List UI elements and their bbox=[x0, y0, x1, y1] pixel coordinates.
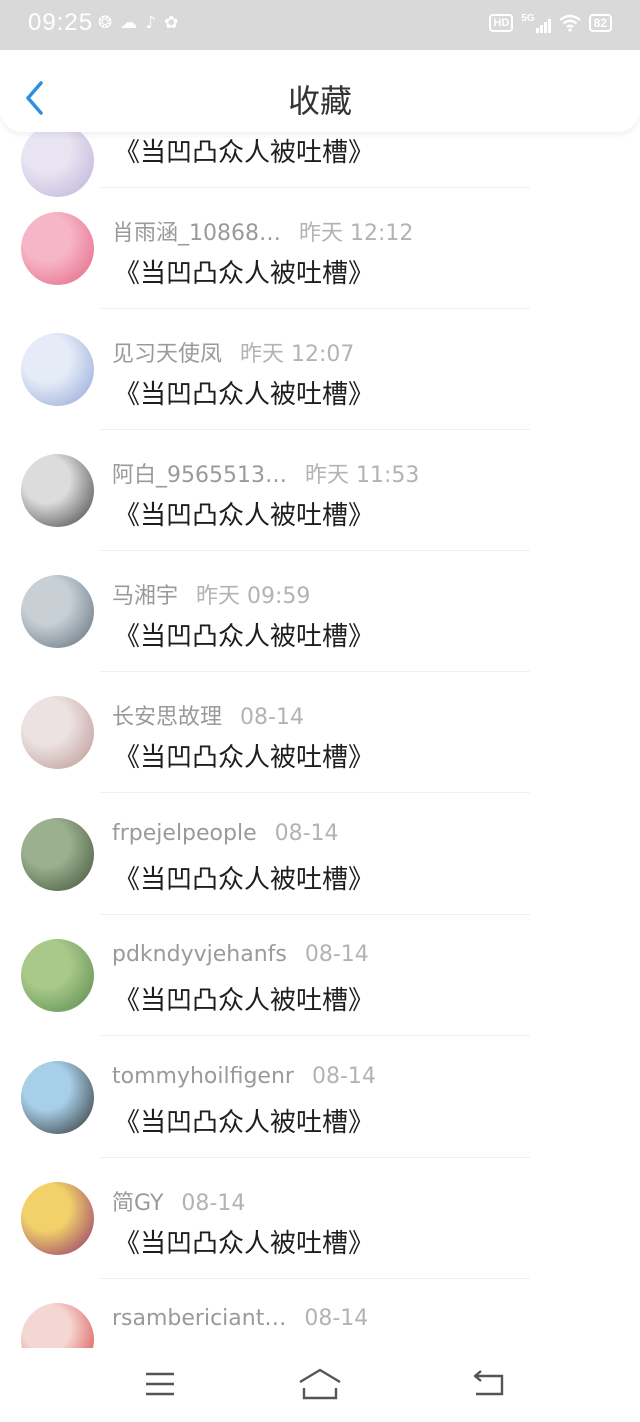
item-title[interactable]: 《当凹凸众人被吐槽》 bbox=[114, 253, 374, 290]
list-item[interactable]: 肖雨涵_10868… 昨天 12:12 《当凹凸众人被吐槽》 bbox=[0, 187, 640, 309]
avatar[interactable] bbox=[21, 454, 94, 527]
item-title[interactable]: 《当凹凸众人被吐槽》 bbox=[114, 616, 374, 653]
status-system-icons: HD 5G 82 bbox=[489, 13, 612, 33]
item-meta: 阿白_9565513… 昨天 11:53 bbox=[112, 457, 419, 489]
avatar[interactable] bbox=[21, 333, 94, 406]
notification-icon-1: ❂ bbox=[98, 13, 113, 33]
username[interactable]: frpejelpeople bbox=[112, 821, 257, 846]
list-item[interactable]: pdkndyvjehanfs 08-14 《当凹凸众人被吐槽》 bbox=[0, 914, 640, 1036]
username[interactable]: 长安思故理 bbox=[112, 705, 222, 730]
page-title: 收藏 bbox=[287, 82, 352, 120]
avatar[interactable] bbox=[21, 939, 94, 1012]
username[interactable]: rsambericiant… bbox=[112, 1306, 286, 1331]
status-bar: 09:25 ❂ ☁ ♪ ✿ HD 5G 82 bbox=[0, 0, 640, 50]
username[interactable]: 见习天使凤 bbox=[112, 342, 222, 367]
list-item[interactable]: 见习天使凤 昨天 12:07 《当凹凸众人被吐槽》 bbox=[0, 308, 640, 430]
header: 收藏 bbox=[0, 50, 640, 132]
list-item[interactable]: 长安思故理 08-14 《当凹凸众人被吐槽》 bbox=[0, 671, 640, 793]
list-item[interactable]: 简GY 08-14 《当凹凸众人被吐槽》 bbox=[0, 1157, 640, 1279]
nav-back-button[interactable] bbox=[466, 1366, 510, 1402]
cloud-icon: ☁ bbox=[120, 13, 138, 33]
username[interactable]: 简GY bbox=[112, 1191, 163, 1216]
item-title[interactable]: 《当凹凸众人被吐槽》 bbox=[114, 859, 374, 896]
system-nav-bar bbox=[0, 1348, 640, 1422]
hd-icon: HD bbox=[489, 14, 514, 32]
list-item[interactable]: frpejelpeople 08-14 《当凹凸众人被吐槽》 bbox=[0, 793, 640, 915]
battery-icon: 82 bbox=[588, 14, 612, 32]
list-item[interactable]: 阿白_9565513… 昨天 11:53 《当凹凸众人被吐槽》 bbox=[0, 429, 640, 551]
back-icon bbox=[473, 1370, 504, 1396]
item-meta: tommyhoilfigenr 08-14 bbox=[112, 1064, 376, 1089]
timestamp: 08-14 bbox=[304, 942, 369, 967]
avatar[interactable] bbox=[21, 696, 94, 769]
wifi-icon bbox=[558, 14, 581, 32]
item-meta: 马湘宇 昨天 09:59 bbox=[112, 578, 310, 610]
timestamp: 08-14 bbox=[311, 1064, 376, 1089]
item-title[interactable]: 《当凹凸众人被吐槽》 bbox=[114, 737, 374, 774]
item-title[interactable]: 《当凹凸众人被吐槽》 bbox=[114, 132, 374, 169]
avatar[interactable] bbox=[21, 818, 94, 891]
username[interactable]: 肖雨涵_10868… bbox=[112, 221, 281, 246]
username[interactable]: 阿白_9565513… bbox=[112, 463, 287, 488]
item-title[interactable]: 《当凹凸众人被吐槽》 bbox=[114, 980, 374, 1017]
username[interactable]: 马湘宇 bbox=[112, 584, 178, 609]
timestamp: 08-14 bbox=[240, 705, 304, 730]
flower-icon: ✿ bbox=[164, 13, 179, 33]
item-meta: frpejelpeople 08-14 bbox=[112, 821, 339, 846]
menu-button[interactable] bbox=[138, 1366, 182, 1402]
status-time: 09:25 bbox=[28, 9, 94, 36]
timestamp: 08-14 bbox=[304, 1306, 369, 1331]
item-meta: rsambericiant… 08-14 bbox=[112, 1306, 368, 1331]
item-meta: 肖雨涵_10868… 昨天 12:12 bbox=[112, 215, 413, 247]
home-icon bbox=[299, 1368, 341, 1400]
item-meta: 见习天使凤 昨天 12:07 bbox=[112, 336, 354, 368]
music-icon: ♪ bbox=[145, 13, 157, 33]
avatar[interactable] bbox=[21, 212, 94, 285]
list-item[interactable]: tommyhoilfigenr 08-14 《当凹凸众人被吐槽》 bbox=[0, 1036, 640, 1158]
avatar[interactable] bbox=[21, 575, 94, 648]
item-meta: 长安思故理 08-14 bbox=[112, 699, 304, 731]
timestamp: 昨天 12:12 bbox=[299, 221, 414, 246]
item-title[interactable]: 《当凹凸众人被吐槽》 bbox=[114, 495, 374, 532]
timestamp: 昨天 12:07 bbox=[240, 342, 355, 367]
avatar[interactable] bbox=[21, 1182, 94, 1255]
status-notification-icons: ❂ ☁ ♪ ✿ bbox=[98, 13, 178, 33]
timestamp: 昨天 11:53 bbox=[304, 463, 420, 488]
item-meta: pdkndyvjehanfs 08-14 bbox=[112, 942, 369, 967]
list-item[interactable]: 马湘宇 昨天 09:59 《当凹凸众人被吐槽》 bbox=[0, 550, 640, 672]
network-type: 5G bbox=[521, 13, 535, 24]
username[interactable]: tommyhoilfigenr bbox=[112, 1064, 294, 1089]
timestamp: 昨天 09:59 bbox=[196, 584, 311, 609]
signal-icon: 5G bbox=[521, 13, 551, 33]
item-title[interactable]: 《当凹凸众人被吐槽》 bbox=[114, 374, 374, 411]
item-title[interactable]: 《当凹凸众人被吐槽》 bbox=[114, 1223, 374, 1260]
timestamp: 08-14 bbox=[181, 1191, 246, 1216]
username[interactable]: pdkndyvjehanfs bbox=[112, 942, 287, 967]
timestamp: 08-14 bbox=[274, 821, 339, 846]
avatar[interactable] bbox=[21, 1061, 94, 1134]
item-title[interactable]: 《当凹凸众人被吐槽》 bbox=[114, 1102, 374, 1139]
item-meta: 简GY 08-14 bbox=[112, 1185, 245, 1217]
home-button[interactable] bbox=[296, 1366, 344, 1402]
menu-icon bbox=[146, 1372, 174, 1396]
